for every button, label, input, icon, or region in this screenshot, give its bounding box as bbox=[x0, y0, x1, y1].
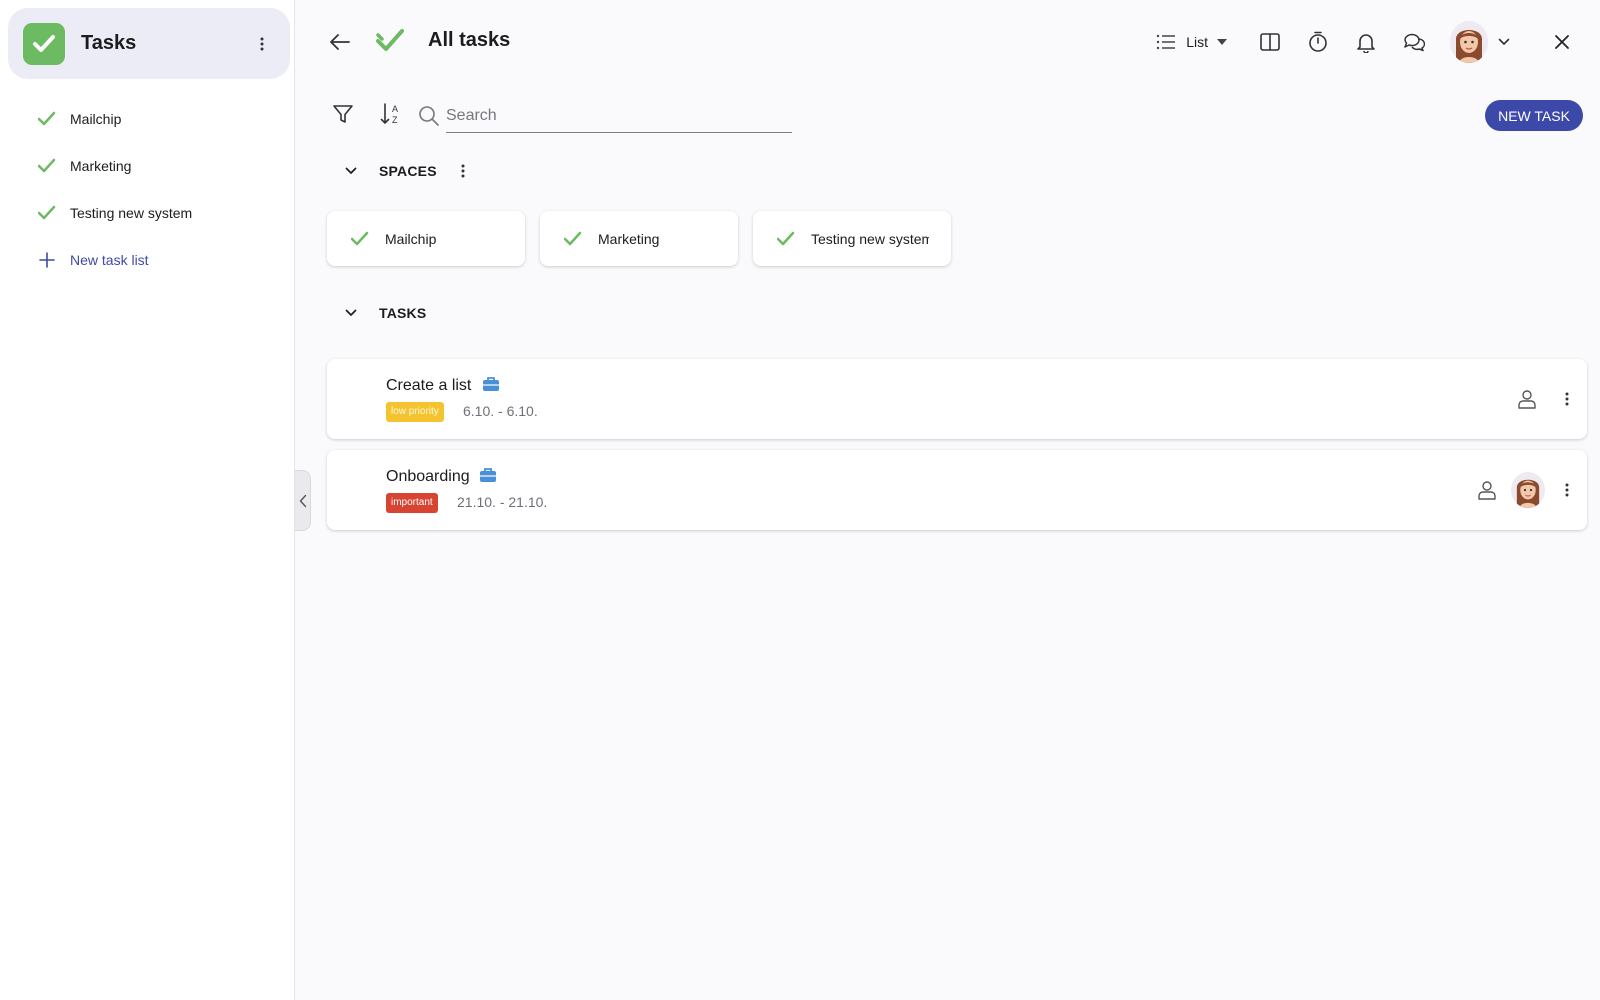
new-task-list-label: New task list bbox=[70, 251, 149, 268]
app-menu-icon[interactable] bbox=[248, 30, 276, 58]
chevron-down-icon bbox=[1498, 38, 1510, 45]
filter-icon bbox=[333, 105, 353, 123]
new-task-button[interactable]: NEW TASK bbox=[1485, 100, 1583, 131]
app-title: Tasks bbox=[81, 32, 137, 54]
new-task-list-button[interactable]: New task list bbox=[0, 236, 294, 283]
bell-icon[interactable] bbox=[1352, 28, 1380, 56]
check-icon bbox=[777, 231, 795, 245]
filter-button[interactable] bbox=[330, 101, 356, 127]
assignee-avatar[interactable] bbox=[1511, 472, 1545, 508]
sidebar-list: Mailchip Marketing Testing new system Ne… bbox=[0, 95, 294, 283]
space-card-mailchip[interactable]: Mailchip bbox=[327, 211, 525, 266]
check-icon bbox=[564, 231, 582, 245]
priority-tag: low priority bbox=[386, 402, 444, 422]
sidebar: Tasks Mailchip Marketing Testing new sys… bbox=[0, 0, 295, 1000]
sidebar-item-marketing[interactable]: Marketing bbox=[0, 142, 294, 189]
check-icon bbox=[351, 231, 369, 245]
spaces-list: Mailchip Marketing Testing new system bbox=[327, 211, 951, 266]
timer-icon[interactable] bbox=[1304, 28, 1332, 56]
app-logo-icon bbox=[23, 22, 65, 65]
task-name: Create a list bbox=[386, 377, 472, 394]
spaces-label: SPACES bbox=[379, 163, 437, 179]
chat-icon[interactable] bbox=[1400, 28, 1428, 56]
back-button[interactable] bbox=[326, 28, 354, 56]
sidebar-item-testing-new-system[interactable]: Testing new system bbox=[0, 189, 294, 236]
task-more-icon[interactable] bbox=[1559, 387, 1575, 411]
tasks-section-header: TASKS bbox=[340, 302, 426, 324]
task-dates: 6.10. - 6.10. bbox=[463, 403, 538, 419]
page-title: All tasks bbox=[428, 29, 511, 51]
svg-text:A: A bbox=[392, 104, 398, 114]
avatar bbox=[1450, 21, 1488, 63]
space-card-label: Marketing bbox=[598, 230, 660, 247]
view-mode-select[interactable]: List bbox=[1156, 34, 1228, 50]
tasks-collapse-toggle[interactable] bbox=[340, 302, 362, 324]
task-row[interactable]: Create a list low priority 6.10. - 6.10. bbox=[327, 359, 1587, 439]
sidebar-item-label: Marketing bbox=[70, 157, 132, 174]
chevron-left-icon bbox=[299, 494, 306, 507]
chevron-down-icon bbox=[345, 309, 357, 316]
collapse-sidebar-button[interactable] bbox=[295, 470, 311, 531]
task-name: Onboarding bbox=[386, 468, 470, 485]
view-mode-label: List bbox=[1186, 34, 1208, 50]
tasks-label: TASKS bbox=[379, 305, 427, 321]
space-card-testing-new-system[interactable]: Testing new system bbox=[753, 211, 951, 266]
list-icon bbox=[1157, 34, 1176, 50]
check-icon bbox=[38, 158, 56, 172]
arrow-left-icon bbox=[330, 34, 350, 50]
search-icon bbox=[419, 106, 439, 126]
user-menu[interactable] bbox=[1450, 21, 1510, 63]
task-more-icon[interactable] bbox=[1559, 478, 1575, 502]
search-bar bbox=[418, 100, 792, 133]
space-card-label: Mailchip bbox=[385, 230, 437, 247]
check-icon bbox=[38, 111, 56, 125]
split-view-icon[interactable] bbox=[1256, 28, 1284, 56]
sort-button[interactable]: AZ bbox=[378, 100, 404, 128]
task-dates: 21.10. - 21.10. bbox=[457, 494, 548, 510]
chevron-down-icon bbox=[345, 167, 357, 174]
briefcase-icon bbox=[483, 377, 499, 391]
task-row[interactable]: Onboarding important 21.10. - 21.10. bbox=[327, 450, 1587, 530]
spaces-section-header: SPACES bbox=[340, 160, 471, 182]
priority-tag: important bbox=[386, 493, 438, 513]
space-card-label: Testing new system bbox=[811, 230, 929, 247]
sort-az-icon: AZ bbox=[380, 103, 398, 125]
close-icon[interactable] bbox=[1548, 28, 1576, 56]
briefcase-icon bbox=[480, 468, 496, 482]
spaces-more-icon[interactable] bbox=[455, 160, 471, 182]
sidebar-item-mailchip[interactable]: Mailchip bbox=[0, 95, 294, 142]
plus-icon bbox=[39, 251, 55, 268]
assign-user-icon[interactable] bbox=[1515, 387, 1539, 411]
top-toolbar: List bbox=[1156, 21, 1578, 63]
app-header: Tasks bbox=[8, 8, 290, 79]
sidebar-item-label: Testing new system bbox=[70, 204, 193, 221]
caret-down-icon bbox=[1217, 39, 1227, 45]
space-card-marketing[interactable]: Marketing bbox=[540, 211, 738, 266]
search-input[interactable] bbox=[446, 100, 792, 133]
spaces-collapse-toggle[interactable] bbox=[340, 160, 362, 182]
sidebar-item-label: Mailchip bbox=[70, 110, 122, 127]
all-tasks-check-icon bbox=[375, 26, 405, 61]
assign-user-icon[interactable] bbox=[1475, 478, 1499, 502]
check-icon bbox=[38, 205, 56, 219]
svg-text:Z: Z bbox=[392, 115, 398, 125]
